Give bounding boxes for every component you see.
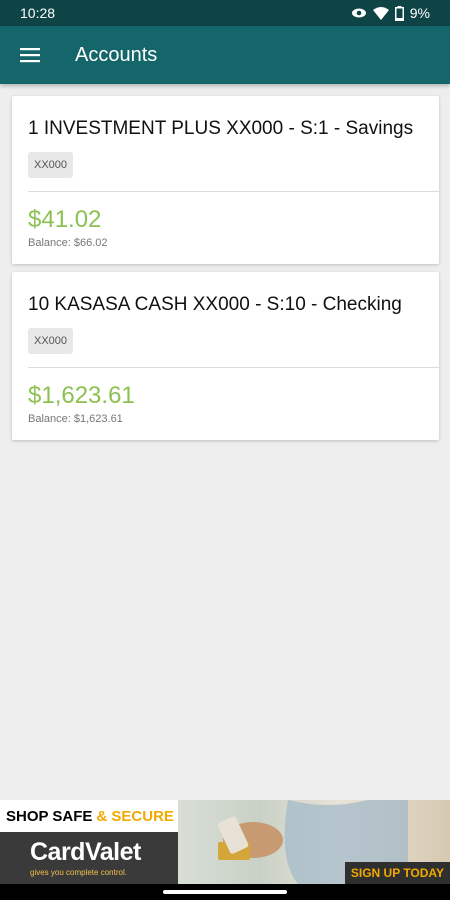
status-icons: 9% bbox=[351, 5, 430, 21]
sign-up-button[interactable]: SIGN UP TODAY bbox=[344, 862, 450, 884]
hamburger-menu-icon bbox=[20, 48, 40, 63]
account-balances: $41.02 Balance: $66.02 bbox=[12, 192, 439, 264]
account-header: 10 KASASA CASH XX000 - S:10 - Checking X… bbox=[12, 272, 439, 367]
account-name: 1 INVESTMENT PLUS XX000 - S:1 - Savings bbox=[28, 118, 414, 139]
ad-logo: CardValet gives you complete control. bbox=[0, 832, 178, 884]
menu-button[interactable] bbox=[0, 26, 60, 84]
wifi-icon bbox=[372, 6, 389, 20]
ad-headline-part2: & SECURE bbox=[96, 807, 174, 825]
available-amount: $41.02 bbox=[28, 206, 102, 233]
account-number-chip: XX000 bbox=[28, 152, 74, 178]
battery-icon bbox=[394, 5, 404, 21]
app-bar: Accounts bbox=[0, 26, 450, 84]
ad-headline-part1: SHOP SAFE bbox=[6, 807, 93, 825]
ad-left-panel: SHOP SAFE & SECURE CardValet gives you c… bbox=[0, 800, 178, 884]
status-time: 10:28 bbox=[20, 5, 56, 21]
eye-icon bbox=[351, 7, 367, 19]
ad-banner[interactable]: SHOP SAFE & SECURE CardValet gives you c… bbox=[0, 800, 450, 884]
balance-text: Balance: $1,623.61 bbox=[28, 413, 123, 425]
account-card[interactable]: 10 KASASA CASH XX000 - S:10 - Checking X… bbox=[12, 272, 439, 440]
available-amount: $1,623.61 bbox=[28, 382, 135, 409]
ad-brand: CardValet bbox=[30, 838, 141, 866]
ad-headline: SHOP SAFE & SECURE bbox=[0, 800, 178, 832]
system-nav-bar bbox=[0, 884, 450, 900]
page-title: Accounts bbox=[75, 43, 158, 66]
ad-tagline: gives you complete control. bbox=[30, 868, 127, 877]
home-gesture-handle[interactable] bbox=[163, 890, 287, 894]
account-name: 10 KASASA CASH XX000 - S:10 - Checking bbox=[28, 294, 402, 315]
account-list: 1 INVESTMENT PLUS XX000 - S:1 - Savings … bbox=[12, 96, 439, 448]
account-header: 1 INVESTMENT PLUS XX000 - S:1 - Savings … bbox=[12, 96, 439, 191]
account-number-chip: XX000 bbox=[28, 328, 74, 354]
status-bar: 10:28 9% bbox=[0, 0, 450, 26]
battery-percent: 9% bbox=[409, 5, 430, 21]
balance-text: Balance: $66.02 bbox=[28, 237, 108, 249]
account-card[interactable]: 1 INVESTMENT PLUS XX000 - S:1 - Savings … bbox=[12, 96, 439, 264]
account-balances: $1,623.61 Balance: $1,623.61 bbox=[12, 368, 439, 440]
